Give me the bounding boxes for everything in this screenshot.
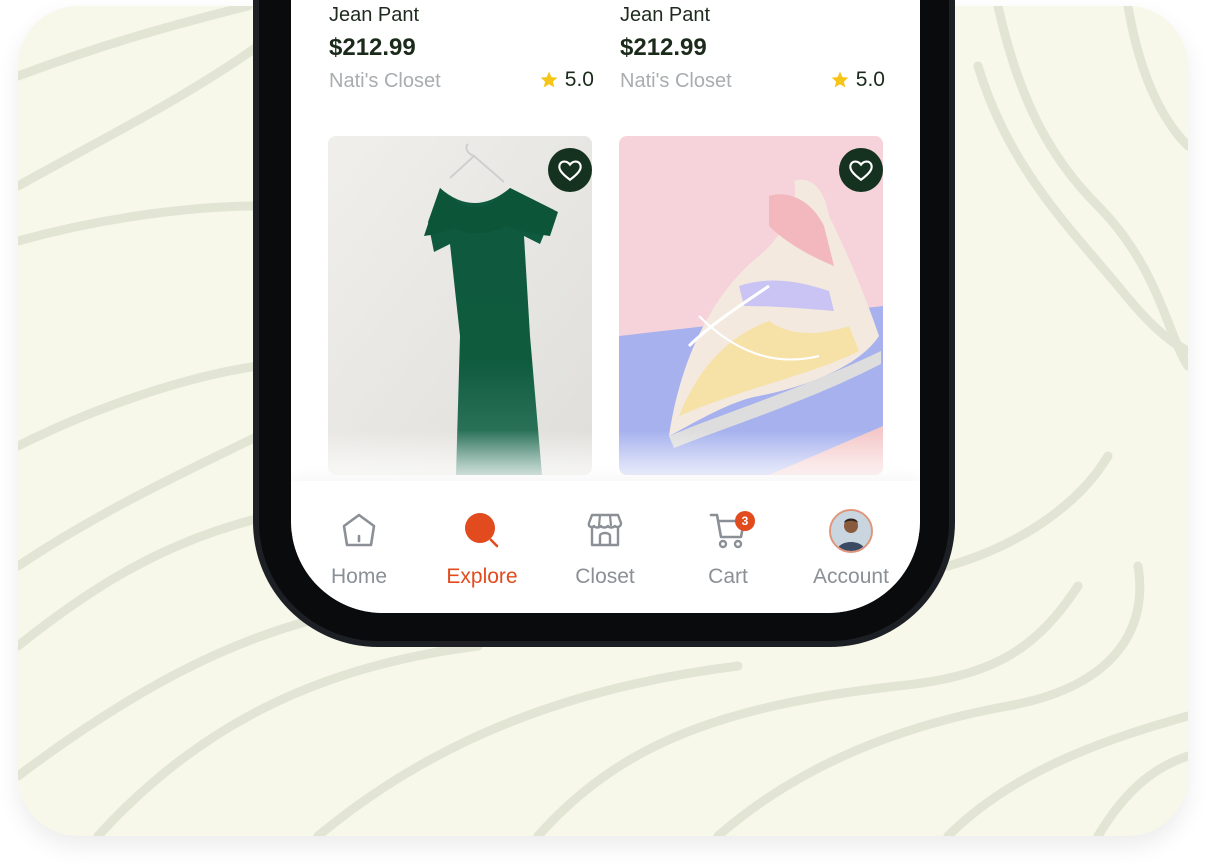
home-icon (342, 513, 376, 547)
product-rating: 5.0 (830, 68, 885, 92)
product-name: Jean Pant (329, 4, 420, 26)
rating-value: 5.0 (855, 68, 885, 91)
product-price: $212.99 (620, 34, 707, 61)
phone-screen: Jean Pant $212.99 Nati's Closet 5.0 Jean… (291, 0, 920, 613)
product-card-2[interactable]: Jean Pant $212.99 Nati's Closet 5.0 (620, 4, 885, 104)
product-image-dress[interactable] (328, 136, 592, 475)
product-rating: 5.0 (539, 68, 594, 92)
nav-label: Account (813, 565, 889, 588)
nav-label: Home (330, 565, 388, 588)
product-seller: Nati's Closet (620, 70, 732, 92)
heart-icon (558, 160, 582, 182)
nav-item-account[interactable]: Account (791, 481, 911, 591)
pastel-sneaker-photo (619, 136, 883, 475)
bottom-navigation: Home Explore Closet 3 Cart Account (291, 481, 920, 613)
nav-label: Cart (708, 565, 748, 588)
nav-item-cart[interactable]: 3 Cart (668, 481, 788, 591)
product-image-sneaker[interactable] (619, 136, 883, 475)
nav-item-home[interactable]: Home (299, 481, 419, 591)
avatar (829, 509, 873, 553)
nav-item-closet[interactable]: Closet (545, 481, 665, 591)
nav-label: Closet (575, 565, 635, 588)
product-price: $212.99 (329, 34, 416, 61)
heart-icon (849, 160, 873, 182)
star-icon (540, 71, 558, 88)
nav-label: Explore (446, 565, 518, 588)
product-name: Jean Pant (620, 4, 711, 26)
closet-icon (587, 513, 623, 547)
product-seller: Nati's Closet (329, 70, 441, 92)
cart-icon-wrapper: 3 (707, 509, 755, 551)
scroll-fade (291, 430, 920, 486)
avatar-photo (831, 511, 871, 551)
product-card-1[interactable]: Jean Pant $212.99 Nati's Closet 5.0 (329, 4, 594, 104)
green-dress-photo (328, 136, 592, 475)
cart-badge: 3 (735, 511, 755, 531)
rating-value: 5.0 (564, 68, 594, 91)
favorite-button[interactable] (548, 148, 592, 192)
explore-icon (465, 513, 499, 548)
nav-item-explore[interactable]: Explore (422, 481, 542, 591)
favorite-button[interactable] (839, 148, 883, 192)
star-icon (831, 71, 849, 88)
